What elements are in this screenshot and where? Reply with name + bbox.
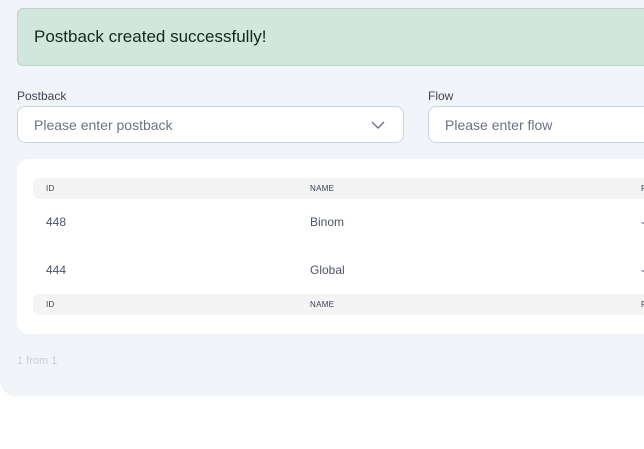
postback-label: Postback xyxy=(17,89,67,103)
success-alert: Postback created successfully! xyxy=(17,8,644,66)
postback-placeholder: Please enter postback xyxy=(34,116,173,133)
table-header: ID NAME F xyxy=(33,178,644,199)
flow-label: Flow xyxy=(428,89,454,103)
table-row[interactable]: 444 Global - xyxy=(33,258,644,282)
table-row[interactable]: 448 Binom - xyxy=(33,210,644,234)
pagination-info: 1 from 1 xyxy=(17,355,58,367)
row-id: 448 xyxy=(46,215,67,229)
content-panel: Postback created successfully! Postback … xyxy=(0,0,644,396)
col-name-footer: NAME xyxy=(310,300,335,309)
row-id: 444 xyxy=(46,263,67,277)
alert-message: Postback created successfully! xyxy=(34,27,267,46)
col-name-header: NAME xyxy=(310,184,335,193)
col-id-header: ID xyxy=(46,184,55,193)
postback-select[interactable]: Please enter postback xyxy=(17,106,404,143)
table-card: ID NAME F 448 Binom - 444 Global - ID NA… xyxy=(17,159,644,334)
table-footer: ID NAME F xyxy=(33,294,644,315)
row-name: Binom xyxy=(310,215,345,229)
chevron-down-icon xyxy=(371,121,385,129)
flow-placeholder: Please enter flow xyxy=(445,116,553,133)
row-name: Global xyxy=(310,263,345,277)
col-id-footer: ID xyxy=(46,300,55,309)
flow-input[interactable]: Please enter flow xyxy=(428,106,644,143)
